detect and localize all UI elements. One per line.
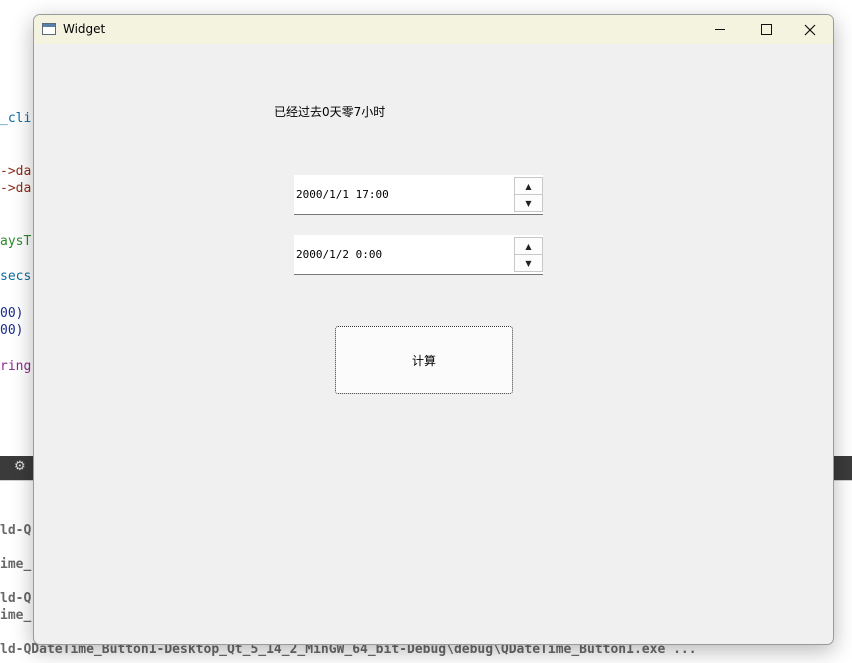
minimize-icon bbox=[715, 29, 725, 30]
close-icon bbox=[804, 24, 816, 35]
output-line: ime_ bbox=[0, 557, 32, 572]
end-datetime-value[interactable]: 2000/1/2 0:00 bbox=[296, 248, 382, 261]
code-fragment: 00) bbox=[0, 306, 24, 321]
start-datetime-value[interactable]: 2000/1/1 17:00 bbox=[296, 188, 389, 201]
code-fragment: ->da bbox=[0, 164, 32, 179]
minimize-button[interactable] bbox=[697, 15, 743, 44]
arrow-up-icon: ▲ bbox=[525, 181, 532, 191]
app-window-icon bbox=[42, 23, 56, 35]
end-spin-down-button[interactable]: ▼ bbox=[514, 254, 543, 272]
calculate-button-label: 计算 bbox=[411, 353, 436, 368]
code-fragment: secs bbox=[0, 269, 32, 284]
maximize-icon bbox=[760, 24, 772, 35]
close-button[interactable] bbox=[787, 15, 833, 44]
code-fragment: aysT bbox=[0, 234, 32, 249]
arrow-down-icon: ▼ bbox=[525, 198, 532, 208]
maximize-button[interactable] bbox=[743, 15, 789, 44]
arrow-up-icon: ▲ bbox=[525, 241, 532, 251]
title-bar[interactable]: Widget bbox=[34, 15, 833, 44]
widget-window: Widget 已经过去0天零7小时 2000/1/1 17:00 ▲ ▼ 200… bbox=[33, 14, 834, 645]
code-fragment: ->da bbox=[0, 181, 32, 196]
elapsed-time-label: 已经过去0天零7小时 bbox=[274, 105, 386, 119]
end-datetime-edit[interactable]: 2000/1/2 0:00 ▲ ▼ bbox=[294, 235, 543, 275]
start-spin-up-button[interactable]: ▲ bbox=[514, 177, 543, 195]
code-fragment: ring bbox=[0, 359, 32, 374]
output-line: ime_ bbox=[0, 608, 32, 623]
start-spin-down-button[interactable]: ▼ bbox=[514, 194, 543, 212]
window-title: Widget bbox=[63, 22, 106, 36]
output-line: ld-Q bbox=[0, 523, 32, 538]
end-spin-up-button[interactable]: ▲ bbox=[514, 237, 543, 255]
code-fragment: 00) bbox=[0, 323, 24, 338]
gear-icon[interactable]: ⚙ bbox=[14, 459, 26, 474]
start-datetime-edit[interactable]: 2000/1/1 17:00 ▲ ▼ bbox=[294, 175, 543, 215]
code-fragment: _cli bbox=[0, 111, 32, 126]
arrow-down-icon: ▼ bbox=[525, 258, 532, 268]
output-line: ld-Q bbox=[0, 591, 32, 606]
calculate-button[interactable]: 计算 bbox=[335, 326, 513, 394]
